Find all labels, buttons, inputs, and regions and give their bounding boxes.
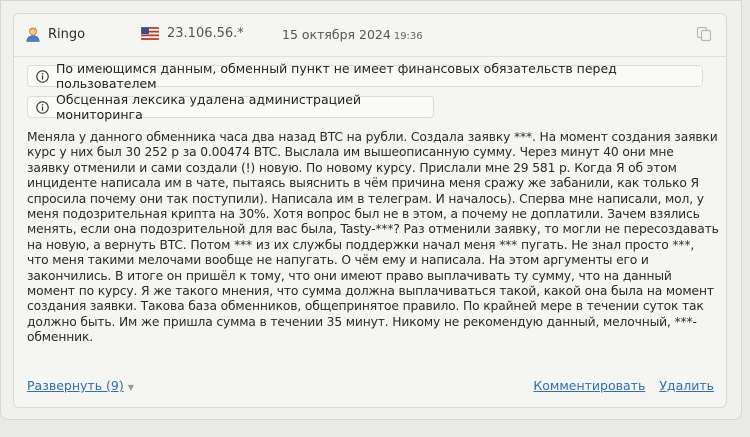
expand-comments-link[interactable]: Развернуть (9): [27, 378, 124, 393]
review-footer-left: Развернуть (9) ▼: [27, 378, 134, 393]
info-icon: [36, 69, 49, 83]
info-icon: [36, 100, 49, 114]
notice-text: По имеющимся данным, обменный пункт не и…: [56, 61, 617, 91]
review-date: 15 октября 2024 19:36: [282, 27, 423, 42]
notice-profanity-removed: Обсценная лексика удалена администрацией…: [27, 92, 434, 122]
review-card: Ringo 23.106.56.* 15 октября 202419:36: [13, 13, 727, 408]
comment-link[interactable]: Комментировать: [533, 378, 645, 393]
review-date-text: 15 октября 2024: [282, 27, 391, 42]
caret-down-icon[interactable]: ▼: [128, 383, 134, 392]
review-paragraph: Меняла у данного обменника часа два наза…: [27, 130, 719, 345]
ip-address: 23.106.56.*: [167, 26, 244, 41]
review-text: Меняла у данного обменника часа два наза…: [27, 130, 719, 346]
review-time: 19:36: [393, 31, 423, 42]
copy-icon[interactable]: [696, 26, 712, 42]
review-actions: Комментировать Удалить: [523, 378, 714, 393]
review-panel: Ringo 23.106.56.* 15 октября 202419:36: [0, 0, 742, 420]
delete-link[interactable]: Удалить: [659, 378, 714, 393]
us-flag-icon: [141, 27, 159, 40]
username: Ringo: [48, 27, 86, 42]
notice-text: Обсценная лексика удалена администрацией…: [56, 92, 362, 122]
review-header: Ringo 23.106.56.* 15 октября 2024 19:36: [14, 14, 726, 57]
notice-no-obligations: По имеющимся данным, обменный пункт не и…: [27, 61, 703, 91]
user-avatar-icon: [26, 27, 40, 42]
